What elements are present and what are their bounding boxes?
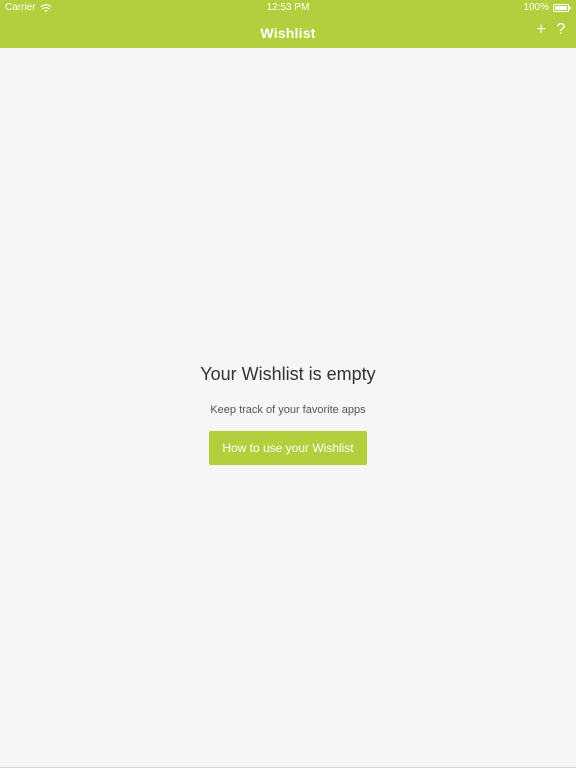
add-icon[interactable]: + — [534, 22, 548, 38]
status-bar: Carrier 12:53 PM 100% — [0, 0, 576, 16]
how-to-use-wishlist-button[interactable]: How to use your Wishlist — [209, 431, 367, 465]
help-icon[interactable]: ? — [554, 22, 568, 38]
nav-actions: + ? — [534, 22, 568, 38]
status-time: 12:53 PM — [266, 2, 310, 13]
wishlist-screen: Carrier 12:53 PM 100% Wishlist + ? Your … — [0, 0, 576, 768]
battery-icon — [553, 4, 571, 12]
page-title: Wishlist — [260, 25, 316, 41]
battery-percentage: 100% — [523, 2, 549, 13]
empty-subtitle: Keep track of your favorite apps — [210, 404, 366, 416]
empty-state: Your Wishlist is empty Keep track of you… — [0, 363, 576, 465]
empty-title: Your Wishlist is empty — [200, 364, 376, 384]
status-right: 100% — [523, 0, 571, 16]
top-bar: Carrier 12:53 PM 100% Wishlist + ? — [0, 0, 576, 48]
